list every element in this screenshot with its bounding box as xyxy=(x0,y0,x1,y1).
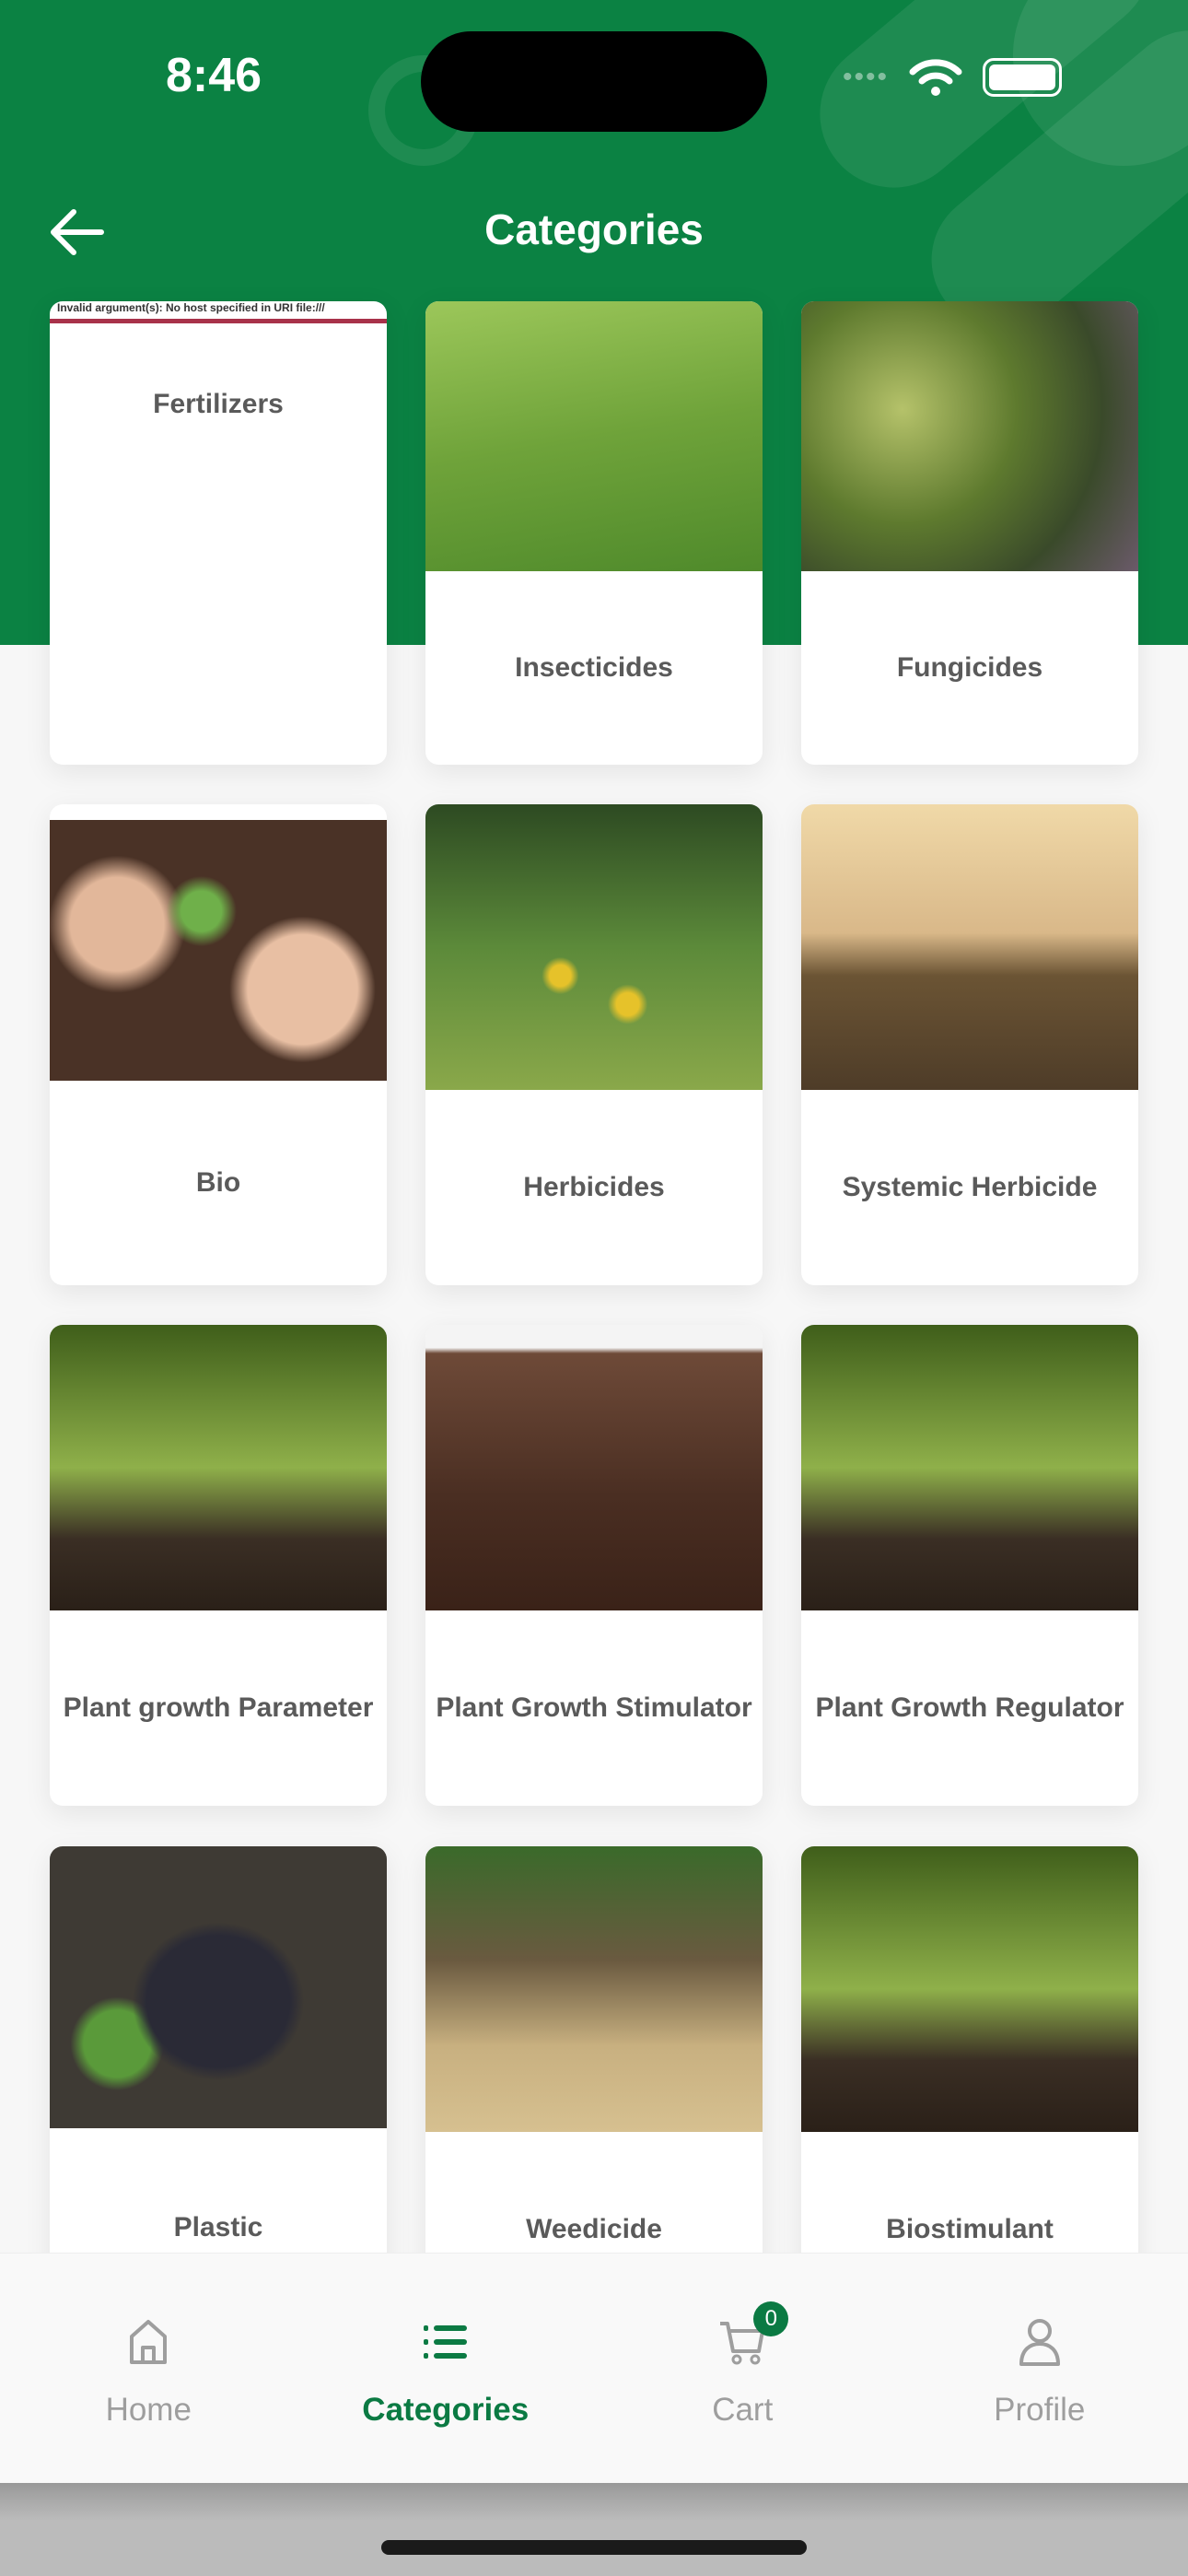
category-label: Herbicides xyxy=(523,1172,665,1202)
wifi-icon xyxy=(909,59,962,96)
tab-home[interactable]: Home xyxy=(0,2254,297,2483)
category-card-plant-growth-parameter[interactable]: Plant growth Parameter xyxy=(50,1325,387,1806)
tab-label: Categories xyxy=(362,2392,530,2428)
category-card-systemic-herbicide[interactable]: Systemic Herbicide xyxy=(801,804,1138,1285)
category-label: Plant growth Parameter xyxy=(63,1692,374,1723)
category-image xyxy=(50,1846,387,2128)
tab-categories[interactable]: Categories xyxy=(297,2254,595,2483)
category-image xyxy=(50,1325,387,1610)
category-image xyxy=(50,820,387,1081)
category-image xyxy=(425,301,763,571)
bottom-tab-bar: Home Categories 0 Cart Profile xyxy=(0,2253,1188,2483)
tab-label: Home xyxy=(105,2392,192,2428)
list-icon xyxy=(423,2325,467,2359)
category-label: Fertilizers xyxy=(153,389,284,419)
category-image xyxy=(801,1846,1138,2132)
bottom-safe-area xyxy=(0,2483,1188,2576)
tab-label: Profile xyxy=(994,2392,1086,2428)
category-image xyxy=(801,301,1138,571)
category-card-herbicides[interactable]: Herbicides xyxy=(425,804,763,1285)
tab-label: Cart xyxy=(712,2392,774,2428)
category-card-plant-growth-stimulator[interactable]: Plant Growth Stimulator xyxy=(425,1325,763,1806)
cart-count-badge: 0 xyxy=(753,2301,789,2336)
category-image xyxy=(801,804,1138,1090)
tab-cart[interactable]: 0 Cart xyxy=(594,2254,891,2483)
category-label: Bio xyxy=(195,1167,241,1198)
category-image xyxy=(425,1325,763,1610)
category-card-fertilizers[interactable]: Invalid argument(s): No host specified i… xyxy=(50,301,387,765)
tab-profile[interactable]: Profile xyxy=(891,2254,1188,2483)
status-time: 8:46 xyxy=(166,49,262,102)
category-image xyxy=(801,1325,1138,1610)
category-label: Insecticides xyxy=(515,652,673,683)
page-title: Categories xyxy=(484,205,704,253)
home-icon xyxy=(130,2320,168,2364)
category-label: Plant Growth Stimulator xyxy=(436,1692,752,1723)
status-icons: •••• xyxy=(843,57,1063,98)
dynamic-island xyxy=(421,31,767,132)
category-card-plant-growth-regulator[interactable]: Plant Growth Regulator xyxy=(801,1325,1138,1806)
category-label: Fungicides xyxy=(896,652,1043,683)
category-card-insecticides[interactable]: Insecticides xyxy=(425,301,763,765)
home-indicator[interactable] xyxy=(381,2540,807,2555)
category-label: Plant Growth Regulator xyxy=(815,1692,1124,1723)
category-label: Systemic Herbicide xyxy=(842,1172,1098,1202)
broken-image-error: Invalid argument(s): No host specified i… xyxy=(50,301,387,323)
category-image xyxy=(425,1846,763,2132)
category-image xyxy=(425,804,763,1090)
battery-icon xyxy=(983,58,1063,97)
category-card-bio[interactable]: Bio xyxy=(50,804,387,1285)
category-card-fungicides[interactable]: Fungicides xyxy=(801,301,1138,765)
signal-icon: •••• xyxy=(843,62,890,92)
user-icon xyxy=(1019,2319,1060,2366)
